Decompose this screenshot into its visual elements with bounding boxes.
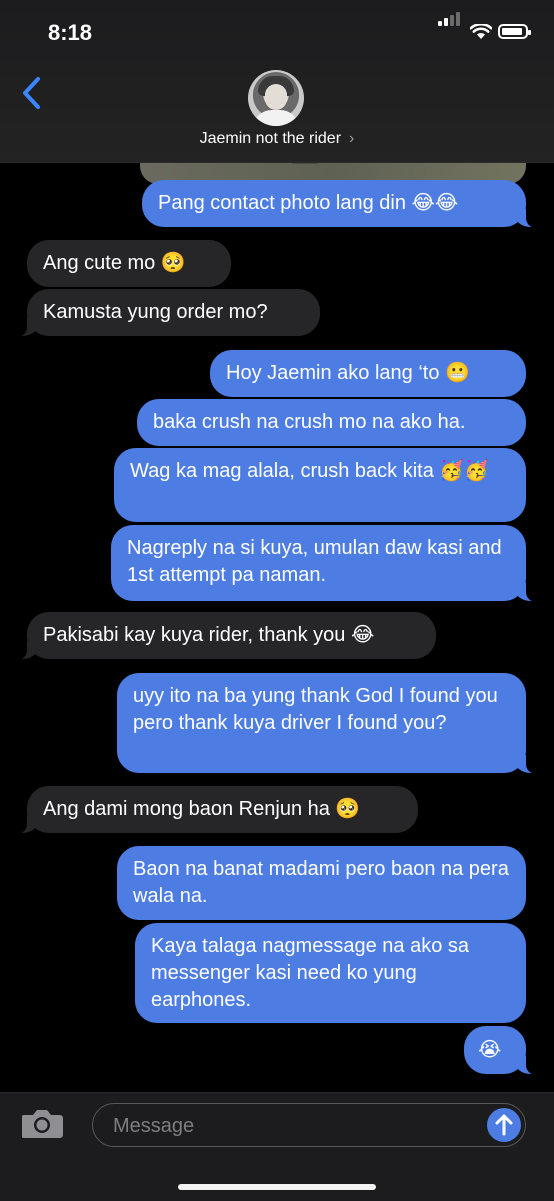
message-text: Pang contact photo lang din 😂😂 [158, 192, 459, 214]
message-text: uyy ito na ba yung thank God I found you… [133, 685, 498, 734]
send-button[interactable] [487, 1108, 521, 1142]
message-text: 😭 [478, 1037, 502, 1061]
message-bubble-outgoing[interactable]: Baon na banat madami pero baon na pera w… [117, 846, 526, 920]
message-field-container[interactable] [92, 1103, 526, 1147]
contact-name: Jaemin not the rider [199, 130, 342, 147]
status-bar: 8:18 [0, 0, 554, 66]
message-text: Pakisabi kay kuya rider, thank you 😂 [43, 624, 375, 646]
message-bubble-incoming[interactable]: Ang cute mo 🥺 [27, 240, 231, 287]
camera-icon[interactable] [22, 1107, 64, 1139]
message-text: Hoy Jaemin ako lang ‘to 😬 [226, 362, 470, 384]
message-text: baka crush na crush mo na ako ha. [153, 411, 466, 433]
message-bubble-outgoing[interactable]: uyy ito na ba yung thank God I found you… [117, 673, 540, 774]
message-text: Wag ka mag alala, crush back kita 🥳🥳 [130, 460, 490, 482]
message-text: Baon na banat madami pero baon na pera w… [133, 858, 509, 907]
message-bubble-outgoing[interactable]: Nagreply na si kuya, umulan daw kasi and… [111, 525, 540, 602]
contact-name-button[interactable]: Jaemin not the rider › [0, 130, 554, 148]
chevron-right-icon: › [349, 130, 355, 147]
arrow-up-icon [495, 1114, 513, 1136]
message-text: Kaya talaga nagmessage na ako sa messeng… [151, 935, 469, 1011]
message-bubble-outgoing[interactable]: baka crush na crush mo na ako ha. [137, 399, 526, 446]
wifi-icon [470, 24, 492, 39]
message-bubble-outgoing[interactable]: Pang contact photo lang din 😂😂 [142, 180, 540, 228]
message-bubble-incoming[interactable]: Kamusta yung order mo? [13, 289, 320, 337]
battery-icon [498, 24, 531, 39]
message-bubble-outgoing[interactable]: Wag ka mag alala, crush back kita 🥳🥳 [114, 448, 526, 522]
contact-avatar[interactable] [248, 70, 304, 126]
message-bubble-incoming[interactable]: Pakisabi kay kuya rider, thank you 😂 [13, 612, 436, 660]
message-bubble-incoming[interactable]: Ang dami mong baon Renjun ha 🥺 [13, 786, 418, 834]
back-chevron-icon[interactable] [20, 76, 44, 110]
home-indicator[interactable] [178, 1184, 376, 1190]
message-text: Ang dami mong baon Renjun ha 🥺 [43, 798, 361, 820]
message-text: Nagreply na si kuya, umulan daw kasi and… [127, 537, 502, 586]
message-text: Kamusta yung order mo? [43, 301, 268, 323]
message-bubble-outgoing[interactable]: 😭 [464, 1026, 540, 1075]
message-text: Ang cute mo 🥺 [43, 252, 186, 274]
message-input[interactable] [111, 1111, 475, 1141]
message-bubble-outgoing[interactable]: Kaya talaga nagmessage na ako sa messeng… [135, 923, 526, 1023]
message-bubble-outgoing[interactable]: Hoy Jaemin ako lang ‘to 😬 [210, 350, 526, 397]
status-time: 8:18 [48, 20, 93, 45]
